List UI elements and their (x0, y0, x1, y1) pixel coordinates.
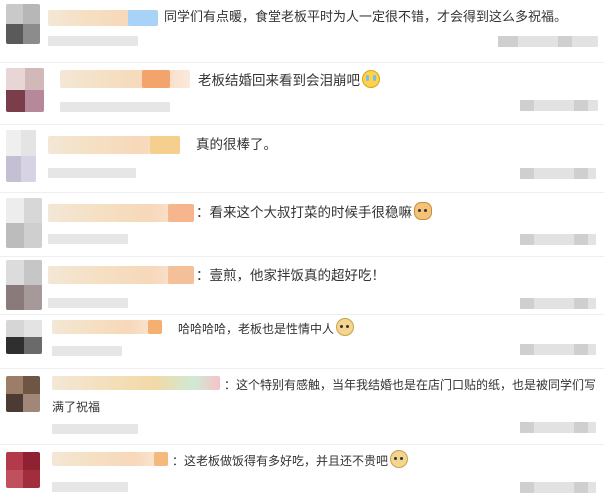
comment-actions-blurred[interactable] (520, 168, 596, 179)
username-blurred[interactable] (52, 452, 168, 466)
avatar[interactable] (6, 198, 42, 248)
comment-actions-blurred[interactable] (520, 298, 596, 309)
comment-text: ：这个特别有感触，当年我结婚也是在店门口贴的纸，也是被同学们写满了祝福 (52, 378, 597, 414)
avatar[interactable] (6, 452, 40, 488)
comment-item: 同学们有点暖，食堂老板平时为人一定很不错，才会得到这么多祝福。 (0, 4, 604, 60)
divider (0, 192, 604, 193)
doge-face-icon (390, 450, 409, 468)
comment-actions-blurred[interactable] (520, 422, 596, 433)
comment-meta-blurred (48, 298, 128, 308)
comment-item: ：看来这个大叔打菜的时候手很稳嘛 (0, 196, 604, 254)
comment-text-content: ：这老板做饭得有多好吃，并且还不贵吧 (172, 454, 389, 468)
username-blurred[interactable] (48, 10, 158, 26)
comment-meta-blurred (48, 36, 138, 46)
comment-actions-blurred[interactable] (520, 234, 596, 245)
avatar[interactable] (6, 4, 40, 44)
comment-meta-blurred (52, 482, 128, 492)
doge-face-icon (336, 318, 355, 336)
comment-meta-blurred (48, 168, 136, 178)
comment-meta-blurred (48, 234, 128, 244)
comment-item: ：这老板做饭得有多好吃，并且还不贵吧 (0, 448, 604, 498)
crying-face-icon (362, 70, 380, 88)
avatar[interactable] (6, 68, 44, 112)
comment-text: ：壹煎，他家拌饭真的超好吃！ (196, 268, 385, 284)
comment-item: ：这个特别有感触，当年我结婚也是在店门口贴的纸，也是被同学们写满了祝福 (0, 372, 604, 442)
divider (0, 368, 604, 369)
comment-text: ：这老板做饭得有多好吃，并且还不贵吧 (172, 450, 409, 471)
comment-text-content: ：看来这个大叔打菜的时候手很稳嘛 (196, 205, 412, 221)
avatar[interactable] (6, 376, 40, 412)
comment-meta-blurred (52, 346, 122, 356)
comment-text: ：看来这个大叔打菜的时候手很稳嘛 (196, 202, 432, 223)
comment-actions-blurred[interactable] (520, 482, 596, 493)
divider (0, 314, 604, 315)
comment-text: 同学们有点暖，食堂老板平时为人一定很不错，才会得到这么多祝福。 (164, 10, 568, 25)
comment-text: 老板结婚回来看到会泪崩吧 (198, 70, 380, 91)
username-blurred[interactable] (60, 70, 190, 88)
username-blurred[interactable] (48, 266, 194, 284)
username-blurred[interactable] (48, 136, 180, 154)
comment-text-content: 哈哈哈哈，老板也是性情中人 (178, 322, 335, 336)
cat-face-icon (414, 202, 432, 220)
comment-item: 真的很棒了。 (0, 128, 604, 190)
comment-item: 哈哈哈哈，老板也是性情中人 (0, 318, 604, 370)
comment-meta-blurred (52, 424, 138, 434)
avatar[interactable] (6, 130, 36, 182)
comment-actions-blurred[interactable] (520, 100, 598, 111)
comment-text: 真的很棒了。 (196, 137, 277, 153)
username-blurred[interactable] (48, 204, 194, 222)
avatar[interactable] (6, 320, 42, 354)
comment-item: 老板结婚回来看到会泪崩吧 (0, 66, 604, 122)
comment-actions-blurred[interactable] (520, 344, 596, 355)
divider (0, 256, 604, 257)
comment-text-content: 老板结婚回来看到会泪崩吧 (198, 73, 360, 89)
username-blurred[interactable] (52, 320, 162, 334)
divider (0, 62, 604, 63)
comment-actions-blurred[interactable] (498, 36, 598, 47)
avatar[interactable] (6, 260, 42, 310)
divider (0, 124, 604, 125)
comment-meta-blurred (60, 102, 170, 112)
divider (0, 444, 604, 445)
comment-item: ：壹煎，他家拌饭真的超好吃！ (0, 260, 604, 316)
comment-text: 哈哈哈哈，老板也是性情中人 (178, 318, 355, 339)
